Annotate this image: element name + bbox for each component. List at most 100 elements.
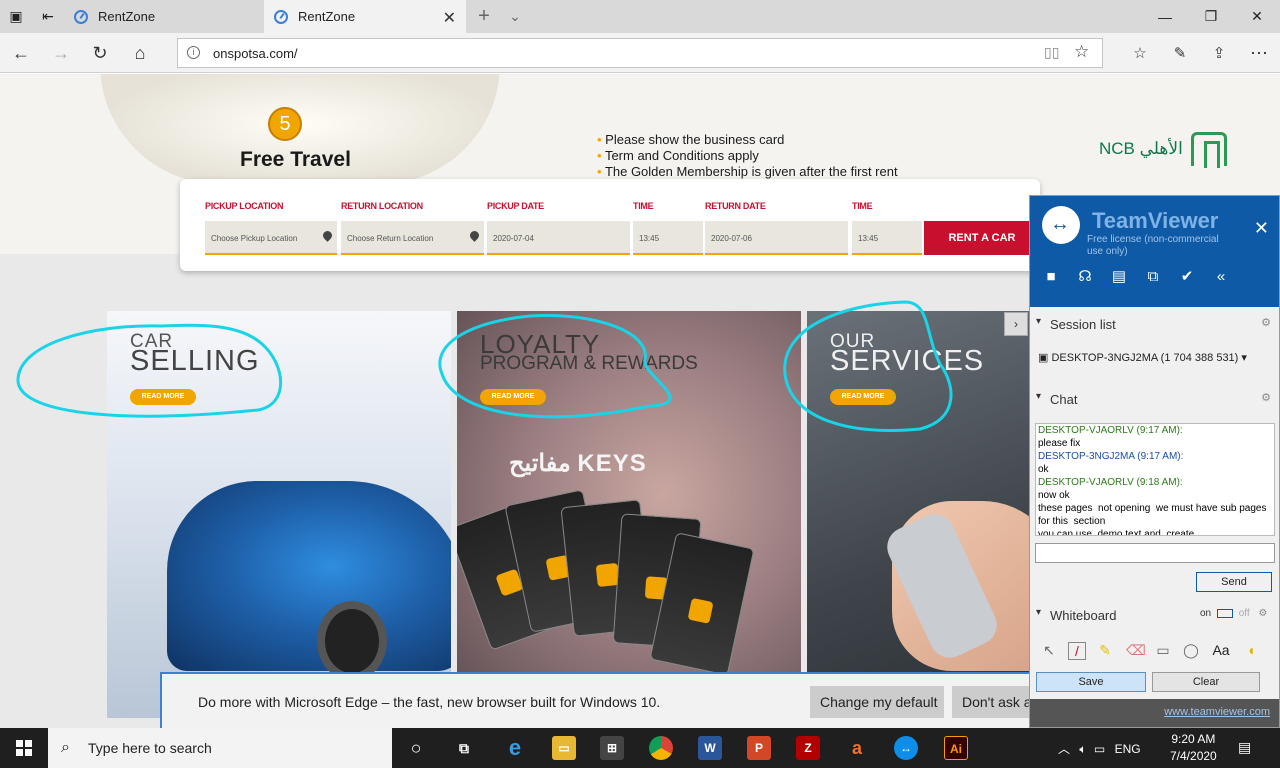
file-explorer-icon[interactable]: ▭	[552, 736, 576, 760]
teamviewer-logo-icon	[1042, 206, 1080, 244]
word-icon[interactable]: W	[698, 736, 722, 760]
gear-icon[interactable]: ⚙	[1261, 316, 1271, 329]
set-aside-tabs-icon[interactable]: ⇤	[32, 0, 64, 33]
rectangle-tool-icon[interactable]: ▭	[1154, 642, 1172, 660]
rent-a-car-button[interactable]: RENT A CAR	[924, 221, 1040, 255]
pickup-location-select[interactable]: Choose Pickup Location	[205, 221, 337, 255]
expand-panel-icon[interactable]: ›	[1004, 312, 1028, 336]
network-icon[interactable]: ▭	[1094, 742, 1105, 756]
whiteboard-clear-button[interactable]: Clear	[1152, 672, 1260, 692]
session-entry[interactable]: ▣ DESKTOP-3NGJ2MA (1 704 388 531) ▾	[1038, 351, 1276, 364]
whiteboard-label: Whiteboard	[1050, 608, 1117, 623]
favorite-star-icon[interactable]: ☆	[1074, 42, 1089, 62]
restore-icon[interactable]: ❐	[1188, 0, 1234, 33]
tab-rentzone-1[interactable]: RentZone	[64, 0, 264, 33]
new-tab-icon[interactable]: +	[466, 0, 502, 33]
teamviewer-footer: www.teamviewer.com	[1030, 699, 1279, 727]
illustrator-icon[interactable]: Ai	[944, 736, 968, 760]
gear-icon[interactable]: ⚙	[1258, 608, 1267, 619]
chat-icon[interactable]: ▤	[1108, 266, 1130, 288]
files-icon[interactable]: ⧉	[1142, 266, 1164, 288]
chrome-icon[interactable]	[649, 736, 673, 760]
tray-chevron-icon[interactable]: ︿	[1058, 742, 1070, 756]
start-button[interactable]	[0, 728, 48, 768]
pickup-date-input[interactable]: 2020-07-04	[487, 221, 630, 255]
tools-icon[interactable]: ✔	[1176, 266, 1198, 288]
video-icon[interactable]: ■	[1040, 266, 1062, 288]
read-more-button[interactable]: READ MORE	[830, 389, 896, 405]
change-default-button[interactable]: Change my default	[810, 686, 944, 718]
tab-preview-chevron-icon[interactable]: ⌄	[500, 0, 530, 33]
favorites-icon[interactable]: ☆	[1126, 39, 1154, 67]
clock[interactable]: 9:20 AM 7/4/2020	[1170, 731, 1217, 765]
gear-icon[interactable]: ⚙	[1261, 391, 1271, 404]
edge-default-notice: Do more with Microsoft Edge – the fast, …	[160, 672, 1042, 728]
booking-form: PICKUP LOCATION RETURN LOCATION PICKUP D…	[180, 179, 1040, 271]
chat-input[interactable]	[1035, 543, 1275, 563]
close-tab-icon[interactable]: ✕	[443, 8, 456, 28]
highlighter-tool-icon[interactable]: ✎	[1096, 642, 1114, 660]
eraser-tool-icon[interactable]: ⌫	[1126, 642, 1146, 660]
avast-icon[interactable]: a	[845, 736, 869, 760]
whiteboard-toggle[interactable]: on off ⚙	[1200, 608, 1267, 619]
teamviewer-close-icon[interactable]: ✕	[1254, 218, 1269, 239]
share-icon[interactable]: ⇪	[1205, 39, 1233, 67]
powerpoint-icon[interactable]: P	[747, 736, 771, 760]
send-button[interactable]: Send	[1196, 572, 1272, 592]
teamviewer-taskbar-icon[interactable]: ↔	[894, 736, 918, 760]
filezilla-icon[interactable]: Z	[796, 736, 820, 760]
language-indicator[interactable]: ENG	[1115, 742, 1141, 756]
pickup-time-input[interactable]: 13:45	[633, 221, 703, 255]
chat-log[interactable]: DESKTOP-VJAORLV (9:17 AM): please fix DE…	[1035, 423, 1275, 536]
return-date-input[interactable]: 2020-07-06	[705, 221, 848, 255]
more-icon[interactable]: ⋯	[1245, 39, 1273, 67]
read-more-button[interactable]: READ MORE	[130, 389, 196, 405]
car-selling-panel[interactable]: CAR SELLING READ MORE	[107, 311, 451, 718]
read-more-button[interactable]: READ MORE	[480, 389, 546, 405]
cortana-icon[interactable]: ○	[404, 736, 428, 760]
headset-icon[interactable]: ☊	[1074, 266, 1096, 288]
volume-icon[interactable]: 🔈︎	[1079, 742, 1086, 756]
tab-actions-icon[interactable]: ▣	[0, 0, 32, 33]
store-icon[interactable]: ⊞	[600, 736, 624, 760]
return-time-input[interactable]: 13:45	[852, 221, 922, 255]
teamviewer-link[interactable]: www.teamviewer.com	[1164, 706, 1270, 718]
tab-label: RentZone	[98, 9, 156, 24]
return-time-value: 13:45	[858, 234, 879, 243]
chat-sender: DESKTOP-VJAORLV (9:18 AM):	[1038, 477, 1183, 488]
session-entry-label: DESKTOP-3NGJ2MA (1 704 388 531)	[1051, 352, 1239, 364]
taskbar-search[interactable]: ⌕ Type here to search	[48, 728, 392, 768]
task-view-icon[interactable]: ⧉	[452, 736, 476, 760]
return-time-label: TIME	[852, 201, 873, 211]
tab-rentzone-2[interactable]: RentZone ✕	[264, 0, 466, 33]
site-info-icon[interactable]: i	[187, 46, 200, 59]
close-window-icon[interactable]: ✕	[1234, 0, 1280, 33]
session-list-header[interactable]: Session list ⚙	[1030, 311, 1279, 335]
text-tool-icon[interactable]: Aa	[1212, 642, 1230, 660]
our-services-panel[interactable]: OUR SERVICES READ MORE	[807, 311, 1037, 718]
whiteboard-save-button[interactable]: Save	[1036, 672, 1146, 692]
forward-icon[interactable]: →	[47, 39, 75, 67]
collapse-icon[interactable]: «	[1210, 266, 1232, 288]
return-location-select[interactable]: Choose Return Location	[341, 221, 484, 255]
url-field[interactable]: i onspotsa.com/ ▯▯ ☆	[177, 38, 1103, 68]
car-image	[167, 481, 451, 671]
minimize-icon[interactable]: —	[1142, 0, 1188, 33]
reading-view-icon[interactable]: ▯▯	[1044, 44, 1059, 61]
pen-tool-icon[interactable]: /	[1068, 642, 1086, 660]
url-text[interactable]: onspotsa.com/	[213, 46, 298, 61]
pen-icon[interactable]: ✎	[1166, 39, 1194, 67]
home-icon[interactable]: ⌂	[126, 39, 154, 67]
windows-logo-icon	[16, 740, 32, 756]
location-pin-icon	[468, 229, 481, 242]
chat-header[interactable]: Chat ⚙	[1030, 386, 1279, 410]
notifications-icon[interactable]: ▤	[1238, 739, 1251, 756]
refresh-icon[interactable]: ↻	[86, 39, 114, 67]
hero-title: Free Travel	[240, 148, 351, 171]
edge-icon[interactable]: e	[503, 736, 527, 760]
loyalty-program-panel[interactable]: LOYALTY PROGRAM & REWARDS READ MORE مفات…	[457, 311, 801, 718]
comment-tool-icon[interactable]: ◖	[1242, 642, 1260, 660]
back-icon[interactable]: ←	[7, 39, 35, 67]
pointer-tool-icon[interactable]: ↖	[1040, 642, 1058, 660]
ellipse-tool-icon[interactable]: ◯	[1182, 642, 1200, 660]
